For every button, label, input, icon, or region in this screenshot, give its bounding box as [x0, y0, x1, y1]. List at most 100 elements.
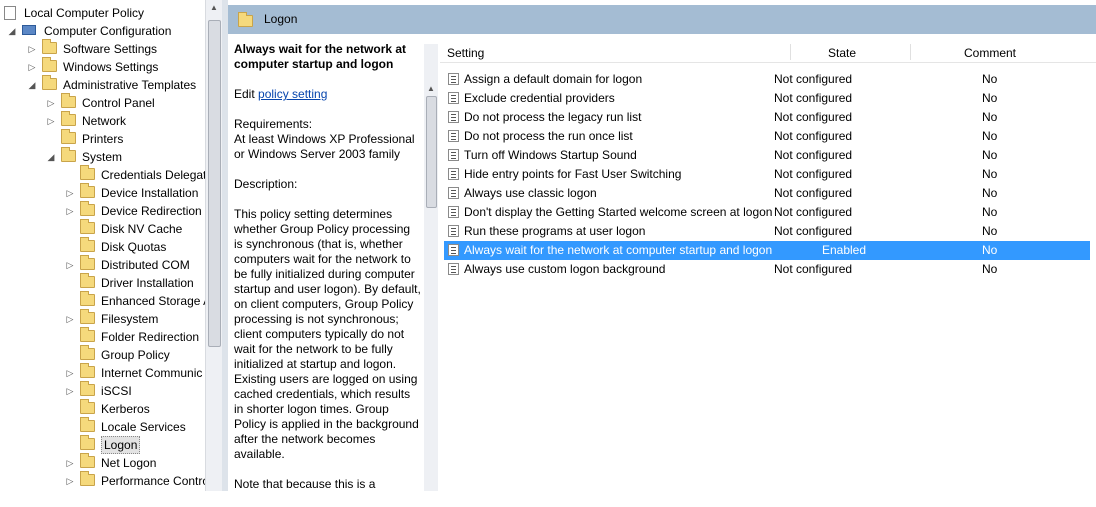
description-label: Description: [234, 177, 298, 191]
list-header: Setting State Comment [440, 42, 1096, 63]
folder-icon [80, 453, 95, 468]
policy-tree: Local Computer Policy ◢ Computer Configu… [0, 0, 205, 491]
scrollbar-thumb[interactable] [208, 20, 221, 347]
folder-icon [80, 381, 95, 396]
setting-name: Always wait for the network at computer … [464, 243, 773, 257]
edit-line: Edit policy setting [234, 87, 422, 102]
policy-setting-link[interactable]: policy setting [258, 87, 327, 101]
folder-icon [80, 399, 95, 414]
folder-icon [42, 57, 57, 72]
table-row[interactable]: Turn off Windows Startup Sound Not config… [444, 146, 1090, 165]
setting-comment: No [982, 205, 998, 219]
tree-item-label: Logon [101, 436, 141, 454]
setting-comment: No [982, 167, 998, 181]
collapsed-arrow-icon[interactable]: ▷ [47, 94, 55, 112]
tree-item-label: Group Policy [101, 348, 170, 362]
table-row[interactable]: Hide entry points for Fast User Switchin… [444, 165, 1090, 184]
setting-comment: No [982, 186, 998, 200]
table-row[interactable]: Always use classic logon Not configured No [444, 184, 1090, 203]
settings-list: Setting State Comment Assign a default d… [440, 42, 1096, 276]
folder-icon [80, 327, 95, 342]
folder-icon [80, 273, 95, 288]
setting-state: Not configured [774, 262, 853, 276]
collapsed-arrow-icon[interactable]: ▷ [66, 382, 74, 400]
content-pane: Always wait for the network at computer … [228, 34, 1096, 491]
setting-comment: No [982, 243, 998, 257]
folder-icon [80, 201, 95, 216]
setting-state: Not configured [774, 148, 853, 162]
policy-doc-icon [4, 6, 16, 20]
table-row[interactable]: Do not process the run once list Not conf… [444, 127, 1090, 146]
collapsed-arrow-icon[interactable]: ▷ [66, 202, 74, 220]
policy-setting-icon [448, 111, 459, 123]
collapsed-arrow-icon[interactable]: ▷ [66, 310, 74, 328]
setting-comment: No [982, 262, 998, 276]
folder-icon [80, 183, 95, 198]
setting-name: Exclude credential providers [464, 91, 615, 105]
collapsed-arrow-icon[interactable]: ▷ [66, 454, 74, 472]
tree-item-label: Printers [82, 132, 124, 146]
scroll-up-icon[interactable]: ▲ [206, 0, 222, 16]
table-row[interactable]: Don't display the Getting Started welcom… [444, 203, 1090, 222]
setting-comment: No [982, 129, 998, 143]
setting-name: Run these programs at user logon [464, 224, 646, 238]
folder-icon [42, 75, 57, 90]
expanded-arrow-icon[interactable]: ◢ [28, 76, 36, 94]
tree-item-label: Control Panel [82, 96, 155, 110]
table-row[interactable]: Always wait for the network at computer … [444, 241, 1090, 260]
scrollbar-thumb[interactable] [426, 96, 437, 208]
table-row[interactable]: Exclude credential providers Not configur… [444, 89, 1090, 108]
folder-icon [80, 291, 95, 306]
folder-icon [80, 435, 95, 450]
collapsed-arrow-icon[interactable]: ▷ [66, 472, 74, 490]
collapsed-arrow-icon[interactable]: ▷ [66, 184, 74, 202]
tree-item-label: Software Settings [63, 42, 158, 56]
collapsed-arrow-icon[interactable]: ▷ [66, 364, 74, 382]
table-row[interactable]: Do not process the legacy run list Not co… [444, 108, 1090, 127]
folder-icon [80, 255, 95, 270]
tree-item-label: Folder Redirection [101, 330, 200, 344]
edit-prefix: Edit [234, 87, 255, 101]
column-divider[interactable] [790, 44, 791, 60]
policy-setting-icon [448, 168, 459, 180]
folder-icon [80, 309, 95, 324]
requirements-block: Requirements: At least Windows XP Profess… [234, 117, 422, 162]
collapsed-arrow-icon[interactable]: ▷ [28, 40, 36, 58]
setting-name: Hide entry points for Fast User Switchin… [464, 167, 682, 181]
column-header-comment[interactable]: Comment [964, 42, 1016, 62]
requirements-text: At least Windows XP Professional or Wind… [234, 132, 415, 161]
column-divider[interactable] [910, 44, 911, 60]
setting-name: Do not process the run once list [464, 129, 633, 143]
setting-comment: No [982, 72, 998, 86]
tree-item-label: Distributed COM [101, 258, 190, 272]
tree-item-label: Device Redirection [101, 204, 202, 218]
tree-item-label: Disk NV Cache [101, 222, 183, 236]
tree-item-label: Enhanced Storage A [101, 294, 205, 308]
expanded-arrow-icon[interactable]: ◢ [8, 22, 16, 40]
setting-comment: No [982, 110, 998, 124]
table-row[interactable]: Always use custom logon background Not co… [444, 260, 1090, 279]
setting-state: Not configured [774, 186, 853, 200]
setting-state: Not configured [774, 72, 853, 86]
table-row[interactable]: Assign a default domain for logon Not con… [444, 70, 1090, 89]
column-header-state[interactable]: State [828, 42, 856, 62]
description-tail: Note that because this is a [234, 477, 376, 491]
folder-icon [80, 345, 95, 360]
description-scrollbar[interactable]: ▲ [424, 44, 438, 491]
description-body: This policy setting determines whether G… [234, 207, 421, 461]
setting-name: Don't display the Getting Started welcom… [464, 205, 773, 219]
scroll-up-icon[interactable]: ▲ [424, 84, 438, 93]
folder-icon [80, 219, 95, 234]
policy-setting-icon [448, 73, 459, 85]
tree-item-label: Kerberos [101, 402, 150, 416]
column-header-setting[interactable]: Setting [447, 42, 484, 62]
collapsed-arrow-icon[interactable]: ▷ [47, 112, 55, 130]
content-header: Logon [228, 5, 1096, 35]
tree-scrollbar[interactable]: ▲ [205, 0, 222, 491]
collapsed-arrow-icon[interactable]: ▷ [66, 256, 74, 274]
table-row[interactable]: Run these programs at user logon Not conf… [444, 222, 1090, 241]
expanded-arrow-icon[interactable]: ◢ [47, 148, 55, 166]
tree-item-label: Administrative Templates [63, 78, 197, 92]
tree-item-label: Windows Settings [63, 60, 159, 74]
collapsed-arrow-icon[interactable]: ▷ [28, 58, 36, 76]
